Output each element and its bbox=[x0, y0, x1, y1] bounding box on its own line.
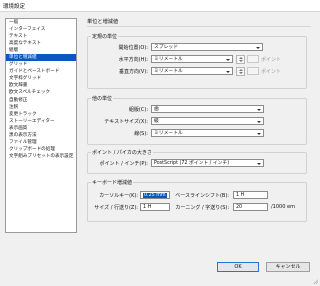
keyboard-increments-title: キーボード増減値 bbox=[91, 179, 134, 186]
sidebar-item[interactable]: 組版 bbox=[6, 47, 76, 54]
line-label: 線(S): bbox=[134, 131, 148, 137]
size-leading-input[interactable]: 1 H bbox=[140, 203, 170, 211]
horizontal-label: 水平方向(H): bbox=[118, 57, 148, 63]
chevron-down-icon bbox=[226, 58, 230, 61]
vertical-points-label: ポイント bbox=[261, 69, 282, 75]
sidebar-item[interactable]: グリッド bbox=[6, 61, 76, 68]
sidebar-item[interactable]: テキスト bbox=[6, 33, 76, 40]
other-units-group: 他の単位 組版(C): 歯 テキストサイズ(X): 級 線(S): ミリメートル bbox=[87, 95, 307, 145]
sidebar-item[interactable]: ガイドとペーストボード bbox=[6, 68, 76, 75]
cursor-key-label: カーソルキー(K): bbox=[99, 193, 138, 199]
origin-label: 開始位置(O): bbox=[118, 45, 148, 51]
horizontal-points-input[interactable] bbox=[247, 55, 259, 63]
kerning-label: カーニング / 字送り(S): bbox=[175, 205, 229, 211]
line-units-select[interactable]: ミリメートル bbox=[151, 129, 264, 137]
chevron-down-icon bbox=[226, 70, 230, 73]
horizontal-units-select[interactable]: ミリメートル bbox=[151, 55, 233, 63]
preferences-dialog: 一般 インターフェイス テキスト 高度なテキスト 組版 単位と増減値 グリッド ガイドとペース… bbox=[0, 11, 320, 286]
category-list[interactable]: 一般 インターフェイス テキスト 高度なテキスト 組版 単位と増減値 グリッド ガイドとペース… bbox=[5, 18, 77, 233]
ruler-units-group: 定規の単位 開始位置(O): スプレッド 水平方向(H): ミリメートル ポイン… bbox=[87, 33, 307, 89]
points-per-inch-label: ポイント / インチ(P): bbox=[99, 161, 148, 167]
resize-grip[interactable] bbox=[313, 279, 318, 284]
sidebar-item[interactable]: インターフェイス bbox=[6, 26, 76, 33]
baseline-shift-input[interactable]: 1 H bbox=[233, 191, 268, 199]
points-pica-title: ポイント / パイカの大きさ bbox=[91, 149, 153, 156]
heading-divider bbox=[87, 26, 311, 27]
sidebar-item[interactable]: クリップボードの処理 bbox=[6, 146, 76, 153]
vertical-points-input[interactable] bbox=[247, 67, 259, 75]
chevron-down-icon bbox=[257, 108, 261, 111]
ruler-units-title: 定規の単位 bbox=[91, 33, 119, 40]
vertical-label: 垂直方向(V): bbox=[118, 69, 148, 75]
size-leading-label: サイズ / 行送り(Z): bbox=[94, 205, 138, 211]
title-bar: 環境設定 bbox=[0, 0, 320, 11]
chevron-down-icon bbox=[257, 120, 261, 123]
sidebar-item[interactable]: 表示画質 bbox=[6, 125, 76, 132]
panel-heading: 単位と増減値 bbox=[87, 19, 119, 25]
chevron-down-icon bbox=[257, 132, 261, 135]
composition-units-select[interactable]: 歯 bbox=[151, 105, 264, 113]
cancel-button[interactable]: キャンセル bbox=[266, 262, 310, 272]
chevron-down-icon bbox=[257, 162, 261, 165]
ok-button[interactable]: OK bbox=[217, 262, 259, 272]
sidebar-item[interactable]: 文字組みプリセットの表示設定 bbox=[6, 153, 76, 160]
cursor-key-input[interactable]: 0.25 mm bbox=[140, 191, 170, 199]
horizontal-points-stepper[interactable] bbox=[236, 54, 245, 64]
sidebar-item[interactable]: 欧文辞書 bbox=[6, 82, 76, 89]
text-size-units-select[interactable]: 級 bbox=[151, 117, 264, 125]
window-title: 環境設定 bbox=[3, 4, 26, 10]
origin-select[interactable]: スプレッド bbox=[151, 43, 263, 51]
sidebar-item[interactable]: 高度なテキスト bbox=[6, 40, 76, 47]
sidebar-item[interactable]: 単位と増減値 bbox=[6, 54, 76, 62]
sidebar-item[interactable]: 変更トラック bbox=[6, 111, 76, 118]
horizontal-points-label: ポイント bbox=[261, 57, 282, 63]
sidebar-item[interactable]: 欧文スペルチェック bbox=[6, 89, 76, 96]
points-pica-group: ポイント / パイカの大きさ ポイント / インチ(P): PostScript… bbox=[87, 149, 307, 174]
keyboard-increments-group: キーボード増減値 カーソルキー(K): 0.25 mm ベースラインシフト(B)… bbox=[87, 179, 307, 222]
sidebar-item[interactable]: 注釈 bbox=[6, 104, 76, 111]
baseline-shift-label: ベースラインシフト(B): bbox=[175, 193, 229, 199]
settings-panel: 単位と増減値 定規の単位 開始位置(O): スプレッド 水平方向(H): ミリメ… bbox=[80, 12, 315, 252]
stroke-label: 組版(C): bbox=[128, 107, 148, 113]
sidebar-item[interactable]: ファイル管理 bbox=[6, 139, 76, 146]
sidebar-item[interactable]: ストーリーエディター bbox=[6, 118, 76, 125]
sidebar-item[interactable]: 自動修正 bbox=[6, 97, 76, 104]
points-per-inch-select[interactable]: PostScript (72 ポイント / インチ) bbox=[151, 159, 264, 167]
vertical-units-select[interactable]: ミリメートル bbox=[151, 67, 233, 75]
other-units-title: 他の単位 bbox=[91, 95, 114, 102]
vertical-points-stepper[interactable] bbox=[236, 66, 245, 76]
kerning-unit: /1000 em bbox=[271, 204, 295, 210]
textsize-label: テキストサイズ(X): bbox=[104, 119, 148, 125]
sidebar-item[interactable]: 一般 bbox=[6, 19, 76, 26]
sidebar-item[interactable]: 文字枠グリッド bbox=[6, 75, 76, 82]
chevron-down-icon bbox=[256, 46, 260, 49]
kerning-input[interactable]: 20 bbox=[233, 203, 268, 211]
sidebar-item[interactable]: 黒の表示方法 bbox=[6, 132, 76, 139]
